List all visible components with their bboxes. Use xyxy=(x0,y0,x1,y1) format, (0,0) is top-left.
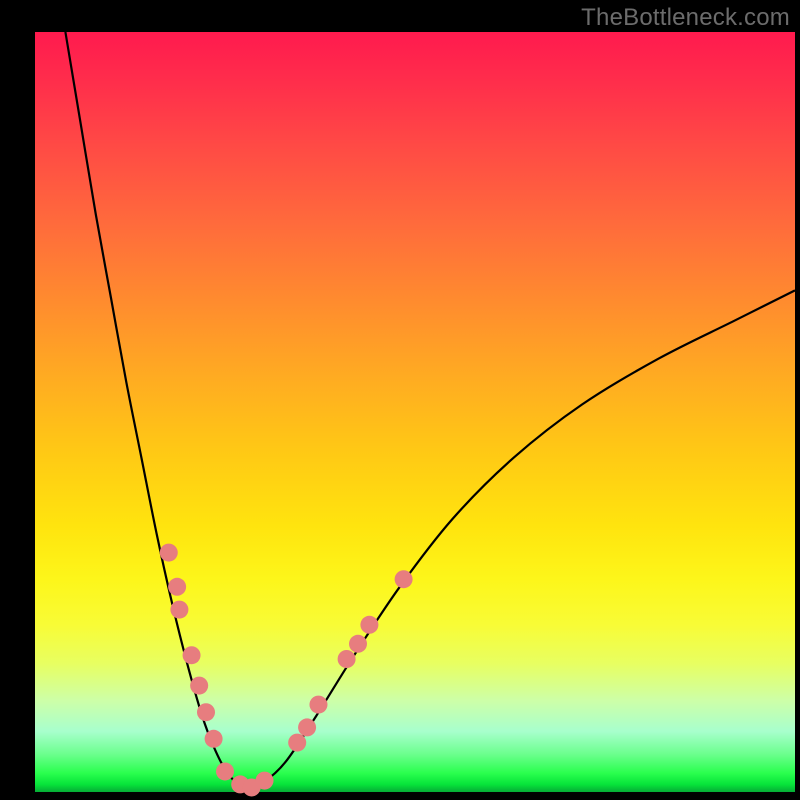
data-dot xyxy=(256,772,274,790)
watermark-text: TheBottleneck.com xyxy=(581,4,790,32)
bottleneck-curve xyxy=(65,32,795,788)
data-dot xyxy=(298,718,316,736)
data-dots xyxy=(160,544,413,797)
data-dot xyxy=(183,646,201,664)
data-dot xyxy=(349,635,367,653)
data-dot xyxy=(160,544,178,562)
data-dot xyxy=(288,734,306,752)
chart-frame: TheBottleneck.com xyxy=(0,0,800,800)
data-dot xyxy=(205,730,223,748)
data-dot xyxy=(360,616,378,634)
data-dot xyxy=(197,703,215,721)
data-dot xyxy=(216,762,234,780)
data-dot xyxy=(395,570,413,588)
data-dot xyxy=(168,578,186,596)
data-dot xyxy=(190,677,208,695)
data-dot xyxy=(309,696,327,714)
data-dot xyxy=(338,650,356,668)
chart-svg xyxy=(35,32,795,792)
data-dot xyxy=(170,601,188,619)
chart-plot-area xyxy=(35,32,795,792)
